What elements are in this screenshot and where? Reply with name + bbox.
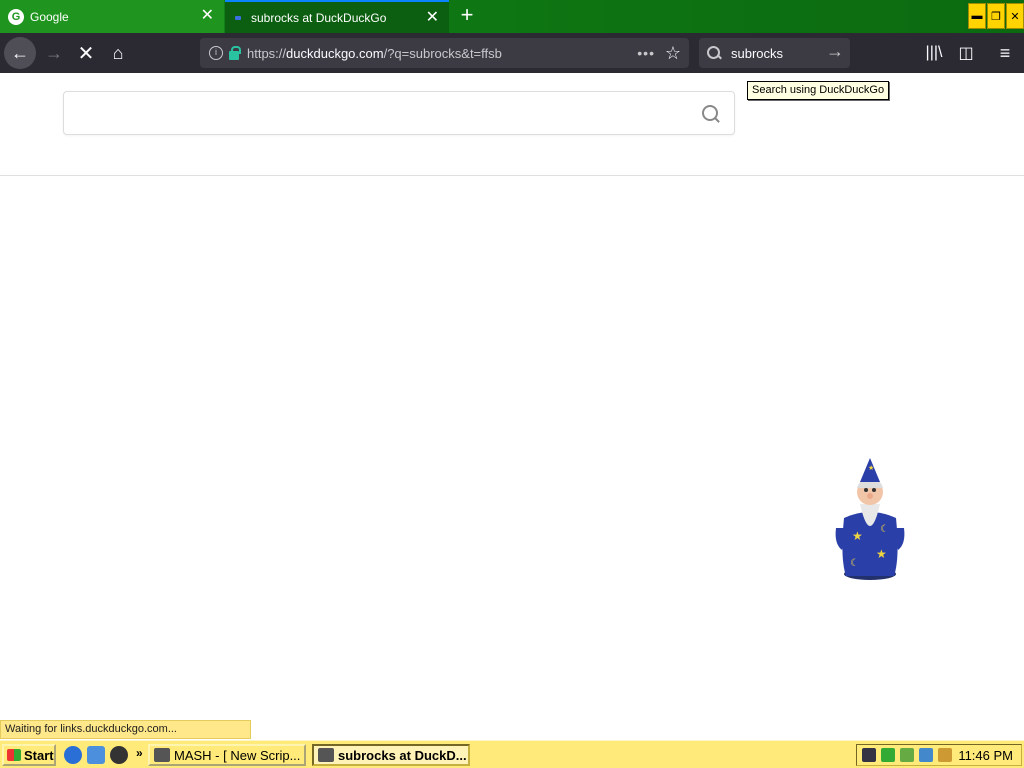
printer-tray-icon[interactable] [900, 748, 914, 762]
url-text: https://duckduckgo.com/?q=subrocks&t=ffs… [247, 45, 502, 61]
restore-button[interactable]: ❐ [987, 3, 1005, 29]
info-icon[interactable]: i [209, 46, 223, 60]
search-bar-value: subrocks [731, 45, 784, 61]
window-controls: ▬ ❐ ✕ [967, 3, 1024, 29]
svg-text:★: ★ [876, 547, 887, 561]
connection-tray-icon[interactable] [919, 748, 933, 762]
page-actions-icon[interactable]: ••• [637, 45, 655, 61]
back-button[interactable]: ← [4, 37, 36, 69]
tab-google[interactable]: G Google ✕ [0, 0, 224, 33]
forward-button[interactable]: → [38, 37, 70, 69]
media-player-icon[interactable] [110, 746, 128, 764]
minimize-button[interactable]: ▬ [968, 3, 986, 29]
address-bar[interactable]: i https://duckduckgo.com/?q=subrocks&t=f… [200, 38, 689, 68]
page-search-input[interactable] [63, 91, 735, 135]
taskbar-button-mash[interactable]: MASH - [ New Scrip... [148, 744, 306, 766]
svg-text:★: ★ [868, 464, 874, 472]
internet-explorer-icon[interactable] [64, 746, 82, 764]
home-button[interactable]: ⌂ [102, 37, 134, 69]
mash-app-icon [154, 748, 170, 762]
search-icon[interactable] [702, 105, 720, 123]
library-button[interactable]: |||\ [918, 37, 950, 69]
search-bar[interactable]: subrocks → [699, 38, 850, 68]
hamburger-menu-button[interactable]: ≡ [989, 37, 1021, 69]
header-divider [0, 175, 1024, 176]
navigation-toolbar: ← → ✕ ⌂ i https://duckduckgo.com/?q=subr… [0, 33, 1024, 73]
merlin-assistant-icon[interactable]: ★ ★ ☾ ☾ ★ [830, 458, 910, 582]
quicklaunch-chevron[interactable]: » [136, 746, 143, 760]
taskbar-button-firefox[interactable]: subrocks at DuckD... [312, 744, 470, 766]
tab-duckduckgo[interactable]: subrocks at DuckDuckGo ✕ [225, 0, 449, 33]
start-button[interactable]: Start [2, 744, 56, 766]
tab-title: Google [30, 9, 69, 24]
windows-flag-icon [7, 749, 21, 761]
network-tray-icon[interactable] [881, 748, 895, 762]
status-text: Waiting for links.duckduckgo.com... [0, 720, 251, 739]
search-tray-icon[interactable] [938, 748, 952, 762]
svg-text:★: ★ [852, 529, 863, 543]
tooltip: Search using DuckDuckGo [747, 81, 890, 100]
search-go-arrow-icon[interactable]: → [826, 41, 844, 62]
taskbar: Start » MASH - [ New Scrip... subrocks a… [0, 740, 1024, 768]
clock[interactable]: 11:46 PM [958, 748, 1013, 763]
merlin-tray-icon[interactable] [862, 748, 876, 762]
new-tab-button[interactable]: + [455, 4, 479, 28]
firefox-app-icon [318, 748, 334, 762]
search-icon [707, 46, 721, 60]
sidebar-button[interactable]: ◫ [950, 37, 982, 69]
show-desktop-icon[interactable] [87, 746, 105, 764]
close-window-button[interactable]: ✕ [1006, 3, 1024, 29]
tab-title: subrocks at DuckDuckGo [251, 10, 387, 25]
duckduckgo-icon [235, 15, 241, 20]
google-g-icon: G [8, 8, 24, 25]
tab-strip: G Google ✕ subrocks at DuckDuckGo ✕ + ▬ … [0, 0, 1024, 33]
lock-icon [229, 45, 241, 60]
svg-text:☾: ☾ [880, 524, 889, 535]
bookmark-star-icon[interactable]: ☆ [665, 43, 681, 64]
stop-button[interactable]: ✕ [70, 37, 102, 69]
system-tray: 11:46 PM [856, 744, 1022, 766]
close-tab-icon[interactable]: ✕ [426, 10, 439, 26]
close-tab-icon[interactable]: ✕ [201, 8, 214, 24]
svg-text:☾: ☾ [850, 558, 859, 569]
